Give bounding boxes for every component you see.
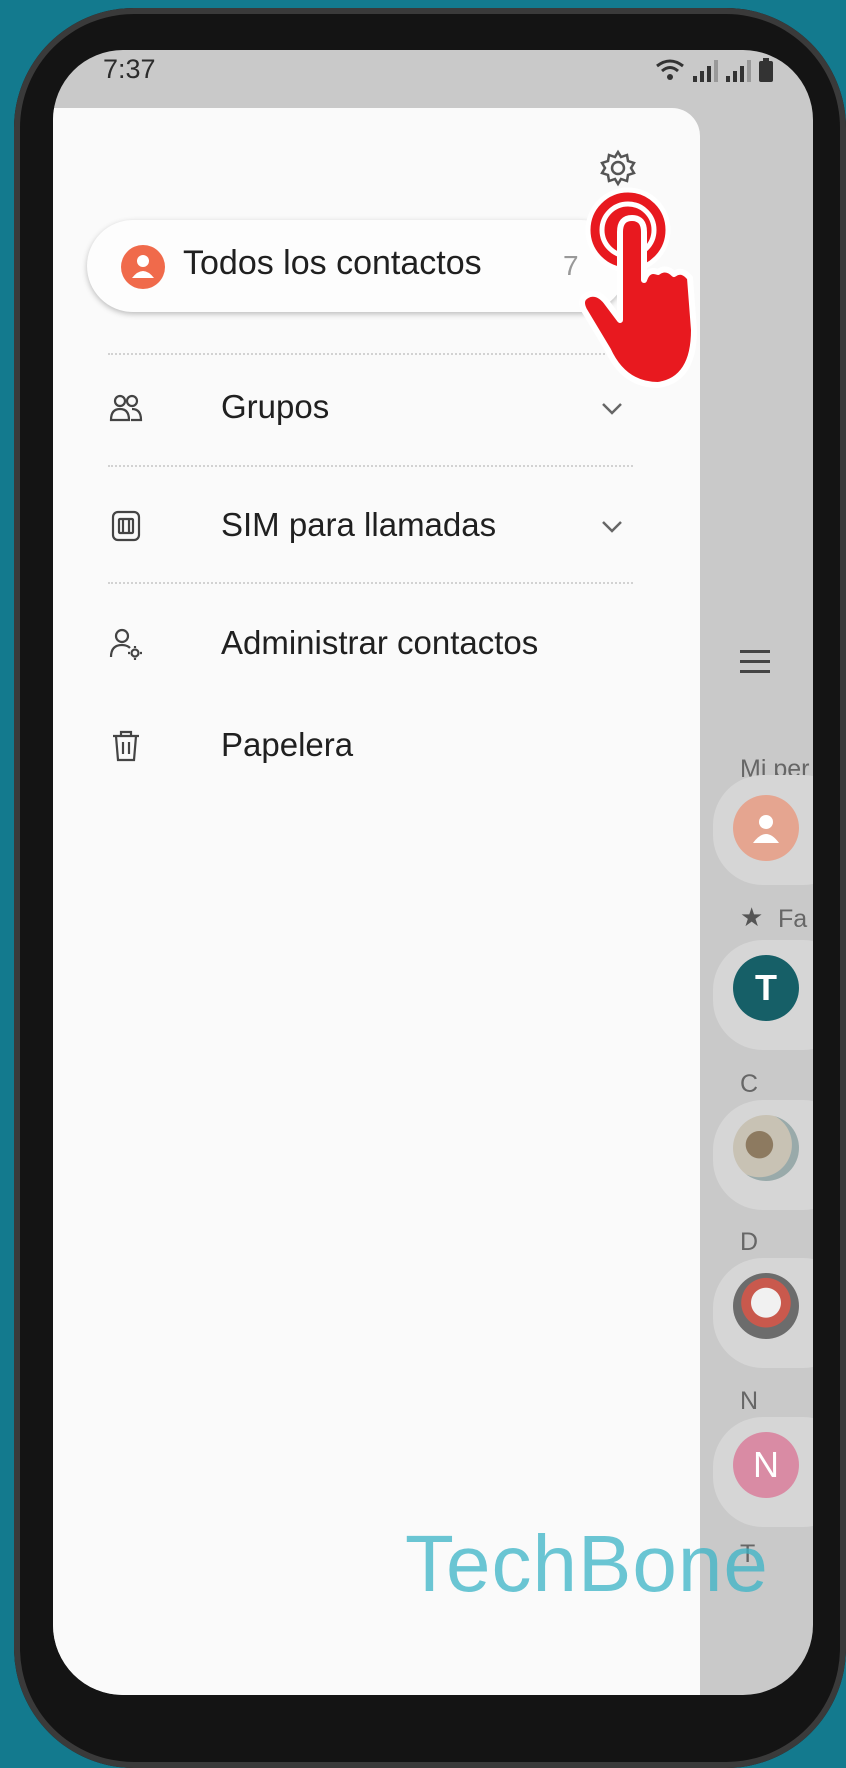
- section-d-label: D: [740, 1228, 759, 1256]
- phone-screen: 7:37 Mi per ★ Fa T C D N N T Todos los c…: [53, 50, 813, 1695]
- person-icon: [753, 815, 779, 843]
- section-c-label: C: [740, 1070, 759, 1098]
- contact-avatar-t[interactable]: T: [733, 955, 799, 1021]
- menu-item-groups[interactable]: Grupos: [108, 378, 633, 438]
- trash-icon: [113, 730, 139, 762]
- tap-indicator-hand-icon: [579, 187, 697, 388]
- contact-person-icon: [121, 245, 165, 289]
- menu-item-sim-calls[interactable]: SIM para llamadas: [108, 496, 633, 556]
- menu-icon[interactable]: [740, 650, 770, 680]
- groups-label: Grupos: [221, 388, 330, 425]
- manage-contacts-icon: [109, 628, 142, 660]
- menu-item-manage-contacts[interactable]: Administrar contactos: [108, 614, 633, 674]
- section-n-label: N: [740, 1387, 759, 1415]
- trash-label: Papelera: [221, 726, 354, 763]
- contact-photo-avatar-d[interactable]: [733, 1273, 799, 1339]
- divider: [108, 465, 633, 467]
- all-contacts-button[interactable]: Todos los contactos 7: [87, 220, 627, 312]
- manage-contacts-label: Administrar contactos: [221, 624, 539, 661]
- chevron-down-icon[interactable]: [598, 512, 626, 540]
- favorites-label: Fa: [778, 905, 808, 933]
- sim-calls-label: SIM para llamadas: [221, 506, 497, 543]
- contact-avatar-n[interactable]: N: [733, 1432, 799, 1498]
- sim-card-icon: [111, 510, 141, 542]
- groups-icon: [109, 394, 143, 422]
- my-profile-avatar[interactable]: [733, 795, 799, 861]
- divider: [108, 582, 633, 584]
- divider: [108, 353, 633, 355]
- menu-item-trash[interactable]: Papelera: [108, 716, 633, 776]
- all-contacts-label: Todos los contactos: [183, 244, 482, 282]
- all-contacts-count: 7: [563, 250, 579, 281]
- techbone-watermark: TechBone: [405, 1519, 769, 1608]
- star-icon: ★: [740, 902, 764, 932]
- contact-photo-avatar-c[interactable]: [733, 1115, 799, 1181]
